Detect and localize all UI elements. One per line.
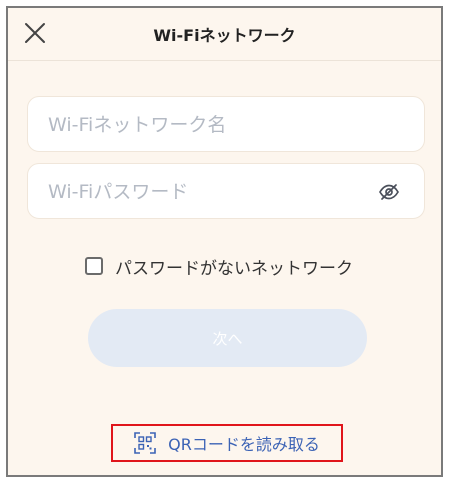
- scan-qr-code-label: QRコードを読み取る: [168, 435, 320, 454]
- toggle-password-visibility-button[interactable]: [378, 181, 400, 203]
- no-password-label: パスワードがないネットワーク: [115, 258, 353, 279]
- eye-off-icon: [379, 184, 399, 200]
- password-input[interactable]: [46, 164, 370, 220]
- no-password-checkbox[interactable]: [85, 257, 103, 275]
- wifi-dialog: Wi-Fiネットワーク パスワードがないネットワーク 次へ QRコードを読み取る: [6, 6, 443, 477]
- page-title: Wi-Fiネットワーク: [153, 26, 296, 45]
- no-password-option: パスワードがないネットワーク: [85, 254, 353, 279]
- ssid-field: [27, 96, 425, 153]
- password-field: [27, 163, 425, 220]
- dialog-header: Wi-Fiネットワーク: [8, 8, 441, 61]
- qr-scan-icon: [134, 432, 156, 454]
- scan-qr-code-link[interactable]: QRコードを読み取る: [111, 424, 343, 462]
- next-button[interactable]: 次へ: [88, 309, 367, 367]
- ssid-input[interactable]: [46, 97, 370, 153]
